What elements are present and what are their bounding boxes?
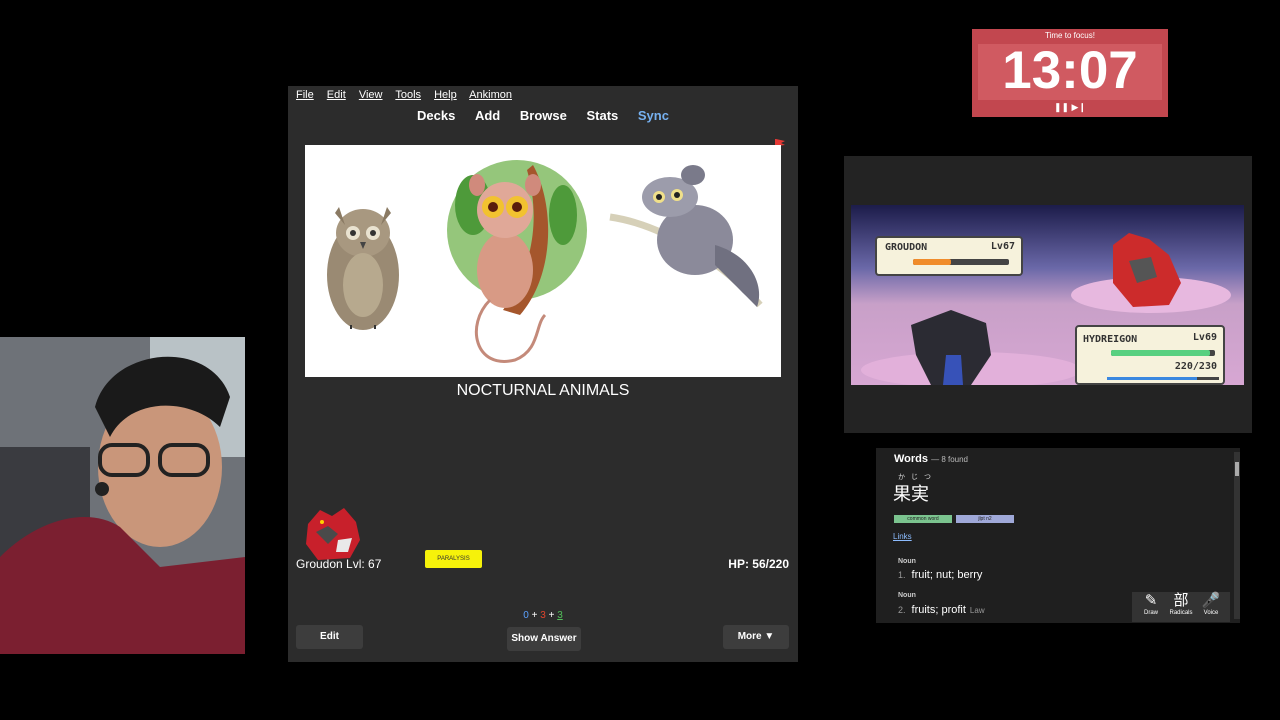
links-link[interactable]: Links bbox=[893, 532, 912, 541]
draw-tool[interactable]: ✎ Draw bbox=[1136, 592, 1166, 616]
main-toolbar: Decks Add Browse Stats Sync bbox=[288, 108, 798, 123]
menu-edit-label: Edit bbox=[326, 89, 346, 101]
sense-1-pos: Noun bbox=[898, 558, 916, 565]
toolbar-decks[interactable]: Decks bbox=[417, 108, 455, 123]
menu-file[interactable]: File bbox=[296, 89, 314, 101]
dictionary-panel: Words — 8 found かじつ 果実 common word jlpt … bbox=[876, 448, 1240, 623]
sense-2-number: 2. bbox=[898, 605, 906, 615]
dictionary-count: — 8 found bbox=[931, 455, 969, 464]
headword[interactable]: 果実 bbox=[893, 480, 929, 506]
menu-edit[interactable]: Edit bbox=[327, 89, 346, 101]
focus-timer: Time to focus! 13:07 ❚❚ ▶❙ bbox=[972, 29, 1168, 117]
menu-help-label: Help bbox=[434, 89, 457, 101]
webcam-feed bbox=[0, 337, 245, 654]
timer-time: 13:07 bbox=[1002, 41, 1138, 100]
toolbar-add[interactable]: Add bbox=[475, 108, 500, 123]
card-title: NOCTURNAL ANIMALS bbox=[456, 382, 630, 399]
groudon-sprite-icon bbox=[306, 508, 360, 560]
tag-jlpt: jlpt n2 bbox=[956, 515, 1014, 523]
sense-2-tag: Law bbox=[969, 606, 985, 615]
due-counts: 0 + 3 + 3 bbox=[288, 610, 798, 621]
sense-1-number: 1. bbox=[898, 570, 906, 580]
draw-label: Draw bbox=[1143, 610, 1158, 616]
enemy-name: GROUDON bbox=[885, 242, 928, 253]
toolbar-stats[interactable]: Stats bbox=[586, 108, 618, 123]
condition-badge: PARALYSIS bbox=[425, 550, 482, 568]
tarsier-illustration bbox=[447, 160, 587, 363]
radicals-label: Radicals bbox=[1169, 610, 1193, 616]
menu-ankimon-label: Ankimon bbox=[469, 89, 512, 101]
battle-scene: GROUDON Lv67 HYDREIGON Lv69 220/230 bbox=[851, 205, 1244, 385]
player-hp-bar bbox=[1111, 350, 1215, 356]
enemy-status-box: GROUDON Lv67 bbox=[875, 236, 1023, 276]
voice-label: Voice bbox=[1203, 610, 1219, 616]
sense-1: 1. fruit; nut; berry bbox=[898, 569, 982, 581]
toolbar-sync[interactable]: Sync bbox=[638, 108, 669, 123]
radicals-tool[interactable]: 部 Radicals bbox=[1166, 592, 1196, 616]
show-answer-button[interactable]: Show Answer bbox=[507, 627, 581, 651]
voice-tool[interactable]: 🎤 Voice bbox=[1196, 592, 1226, 616]
player-hp-fill bbox=[1111, 350, 1210, 356]
count-learning: 3 bbox=[540, 610, 546, 621]
sense-2-pos: Noun bbox=[898, 592, 916, 599]
count-review: 3 bbox=[557, 610, 563, 621]
menu-bar: File Edit View Tools Help Ankimon bbox=[296, 89, 522, 101]
microphone-icon: 🎤 bbox=[1201, 592, 1221, 609]
count-sep-1: + bbox=[531, 610, 538, 621]
player-exp-fill bbox=[1107, 377, 1197, 380]
sense-2: 2. fruits; profit Law bbox=[898, 604, 985, 616]
anki-window: File Edit View Tools Help Ankimon Decks … bbox=[288, 86, 798, 662]
player-status-box: HYDREIGON Lv69 220/230 bbox=[1075, 325, 1225, 385]
card-image bbox=[305, 145, 781, 377]
timer-controls[interactable]: ❚❚ ▶❙ bbox=[972, 102, 1168, 113]
menu-view-label: View bbox=[358, 89, 383, 101]
tag-common-word: common word bbox=[894, 515, 952, 523]
owl-illustration bbox=[327, 207, 399, 330]
hp-readout: HP: 56/220 bbox=[728, 557, 789, 571]
player-hp-text: 220/230 bbox=[1174, 361, 1217, 372]
pokemon-status: Groudon Lvl: 67 bbox=[296, 557, 382, 571]
count-sep-2: + bbox=[548, 610, 555, 621]
timer-title: Time to focus! bbox=[1045, 31, 1095, 40]
sense-2-text: fruits; profit bbox=[911, 604, 966, 616]
scrollbar-thumb[interactable] bbox=[1235, 462, 1239, 476]
menu-help[interactable]: Help bbox=[434, 89, 457, 101]
dictionary-header: Words — 8 found bbox=[894, 453, 968, 465]
pencil-icon: ✎ bbox=[1144, 592, 1158, 609]
radical-icon: 部 bbox=[1173, 592, 1189, 609]
edit-button[interactable]: Edit bbox=[296, 625, 363, 649]
player-name: HYDREIGON bbox=[1083, 334, 1138, 345]
sense-1-text: fruit; nut; berry bbox=[911, 569, 983, 581]
enemy-hp-bar bbox=[913, 259, 1009, 265]
enemy-hp-fill bbox=[913, 259, 952, 265]
dictionary-scrollbar[interactable] bbox=[1234, 452, 1240, 619]
more-button[interactable]: More ▼ bbox=[723, 625, 789, 649]
player-level: Lv69 bbox=[1192, 332, 1217, 343]
player-exp-bar bbox=[1107, 377, 1219, 380]
menu-ankimon[interactable]: Ankimon bbox=[469, 89, 512, 101]
dictionary-title: Words bbox=[894, 453, 929, 465]
menu-file-label: File bbox=[296, 89, 314, 101]
menu-tools-label: Tools bbox=[395, 89, 422, 101]
menu-view[interactable]: View bbox=[359, 89, 383, 101]
toolbar-browse[interactable]: Browse bbox=[520, 108, 567, 123]
count-new: 0 bbox=[523, 610, 529, 621]
aye-aye-illustration bbox=[609, 165, 763, 308]
input-tools: ✎ Draw 部 Radicals 🎤 Voice bbox=[1132, 592, 1230, 622]
pokemon-battle-window: GROUDON Lv67 HYDREIGON Lv69 220/230 bbox=[844, 156, 1252, 433]
menu-tools[interactable]: Tools bbox=[395, 89, 421, 101]
enemy-level: Lv67 bbox=[990, 241, 1015, 252]
